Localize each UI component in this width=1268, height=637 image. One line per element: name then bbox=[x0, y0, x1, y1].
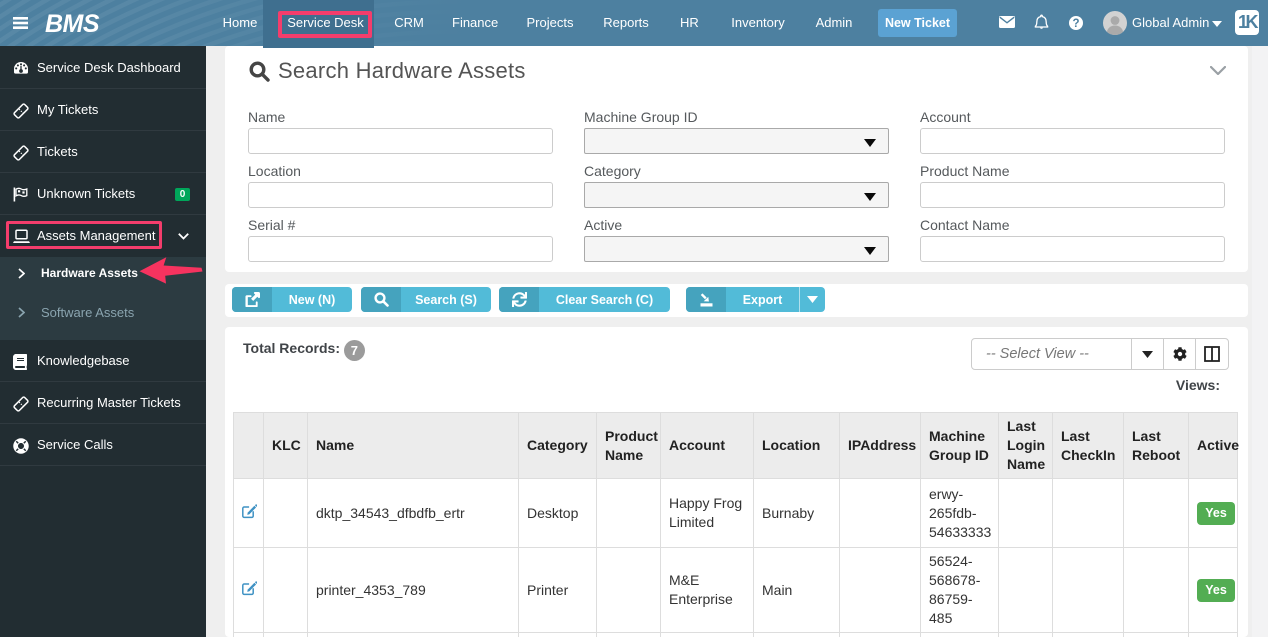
svg-text:?: ? bbox=[1072, 18, 1079, 30]
